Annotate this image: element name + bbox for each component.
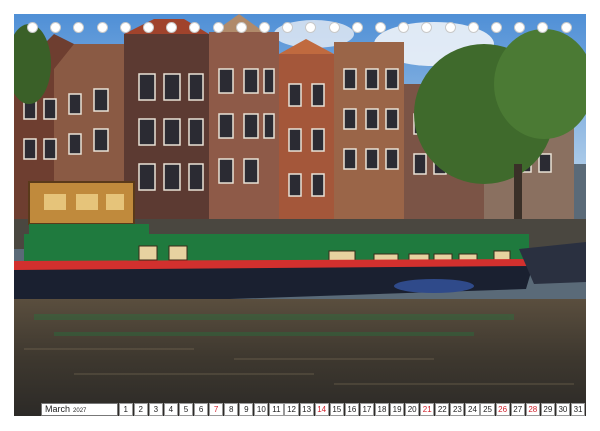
day-cell: 26 (495, 403, 510, 416)
binding-hole (143, 22, 154, 33)
day-cell: 25 (480, 403, 495, 416)
day-cell: 27 (510, 403, 525, 416)
calendar-strip: March 2027 1 2 3 4 5 6 7 8 9 10 11 12 13 14 15 16 17 18 19 2… (41, 403, 586, 416)
binding-hole (444, 22, 456, 33)
day-cell: 3 (148, 403, 163, 416)
month-label: March 2027 (41, 403, 118, 416)
binding-hole (27, 22, 38, 33)
day-cell: 4 (163, 403, 178, 416)
day-cell: 18 (374, 403, 390, 416)
binding-hole (375, 22, 386, 33)
day-cell: 21 (420, 403, 435, 416)
binding-hole (166, 22, 178, 33)
binding-hole (328, 22, 340, 33)
binding-hole (50, 22, 62, 33)
day-cell: 12 (284, 403, 299, 416)
day-cell: 10 (254, 403, 269, 416)
day-cell: 22 (435, 403, 450, 416)
day-cell: 8 (224, 403, 239, 416)
building (279, 54, 334, 244)
binding-hole (235, 22, 247, 33)
day-cell: 20 (405, 403, 420, 416)
small-boat (394, 279, 474, 293)
binding-hole (351, 22, 363, 33)
binding-hole (514, 22, 526, 33)
binding-hole (398, 22, 410, 33)
day-cell: 13 (299, 403, 314, 416)
binding-hole (259, 22, 270, 33)
day-cell: 19 (389, 403, 405, 416)
binding-hole (491, 22, 502, 33)
binding-hole (212, 22, 224, 33)
day-cell: 7 (209, 403, 224, 416)
binding-hole (282, 22, 294, 33)
day-cell: 24 (465, 403, 480, 416)
year-label: 2027 (73, 408, 87, 414)
day-cell: 6 (193, 403, 209, 416)
day-cell: 14 (314, 403, 329, 416)
day-cell: 15 (329, 403, 344, 416)
binding-hole (73, 22, 85, 33)
binding-hole (119, 22, 131, 33)
binding-hole (560, 22, 572, 33)
day-cell: 9 (239, 403, 254, 416)
day-cell: 28 (525, 403, 540, 416)
day-cell: 11 (269, 403, 284, 416)
day-cell: 1 (118, 403, 133, 416)
day-cell: 17 (359, 403, 375, 416)
day-cell: 5 (178, 403, 194, 416)
canal-houseboat-photo (14, 14, 586, 416)
binding-holes (0, 22, 600, 36)
day-cell: 30 (555, 403, 571, 416)
binding-hole (305, 22, 317, 33)
binding-hole (96, 22, 108, 33)
day-cell: 31 (570, 403, 586, 416)
binding-hole (421, 22, 433, 33)
binding-hole (189, 22, 201, 33)
binding-hole (467, 22, 479, 33)
day-cell: 16 (344, 403, 359, 416)
day-cell: 2 (133, 403, 148, 416)
day-cell: 23 (450, 403, 465, 416)
day-cell: 29 (540, 403, 555, 416)
month-name: March (45, 404, 71, 414)
binding-hole (537, 22, 549, 33)
calendar-page: March 2027 1 2 3 4 5 6 7 8 9 10 11 12 13 14 15 16 17 18 19 2… (14, 14, 586, 416)
day-cells: 1 2 3 4 5 6 7 8 9 10 11 12 13 14 15 16 17 18 19 20 21 22 23 24 2… (118, 403, 586, 416)
